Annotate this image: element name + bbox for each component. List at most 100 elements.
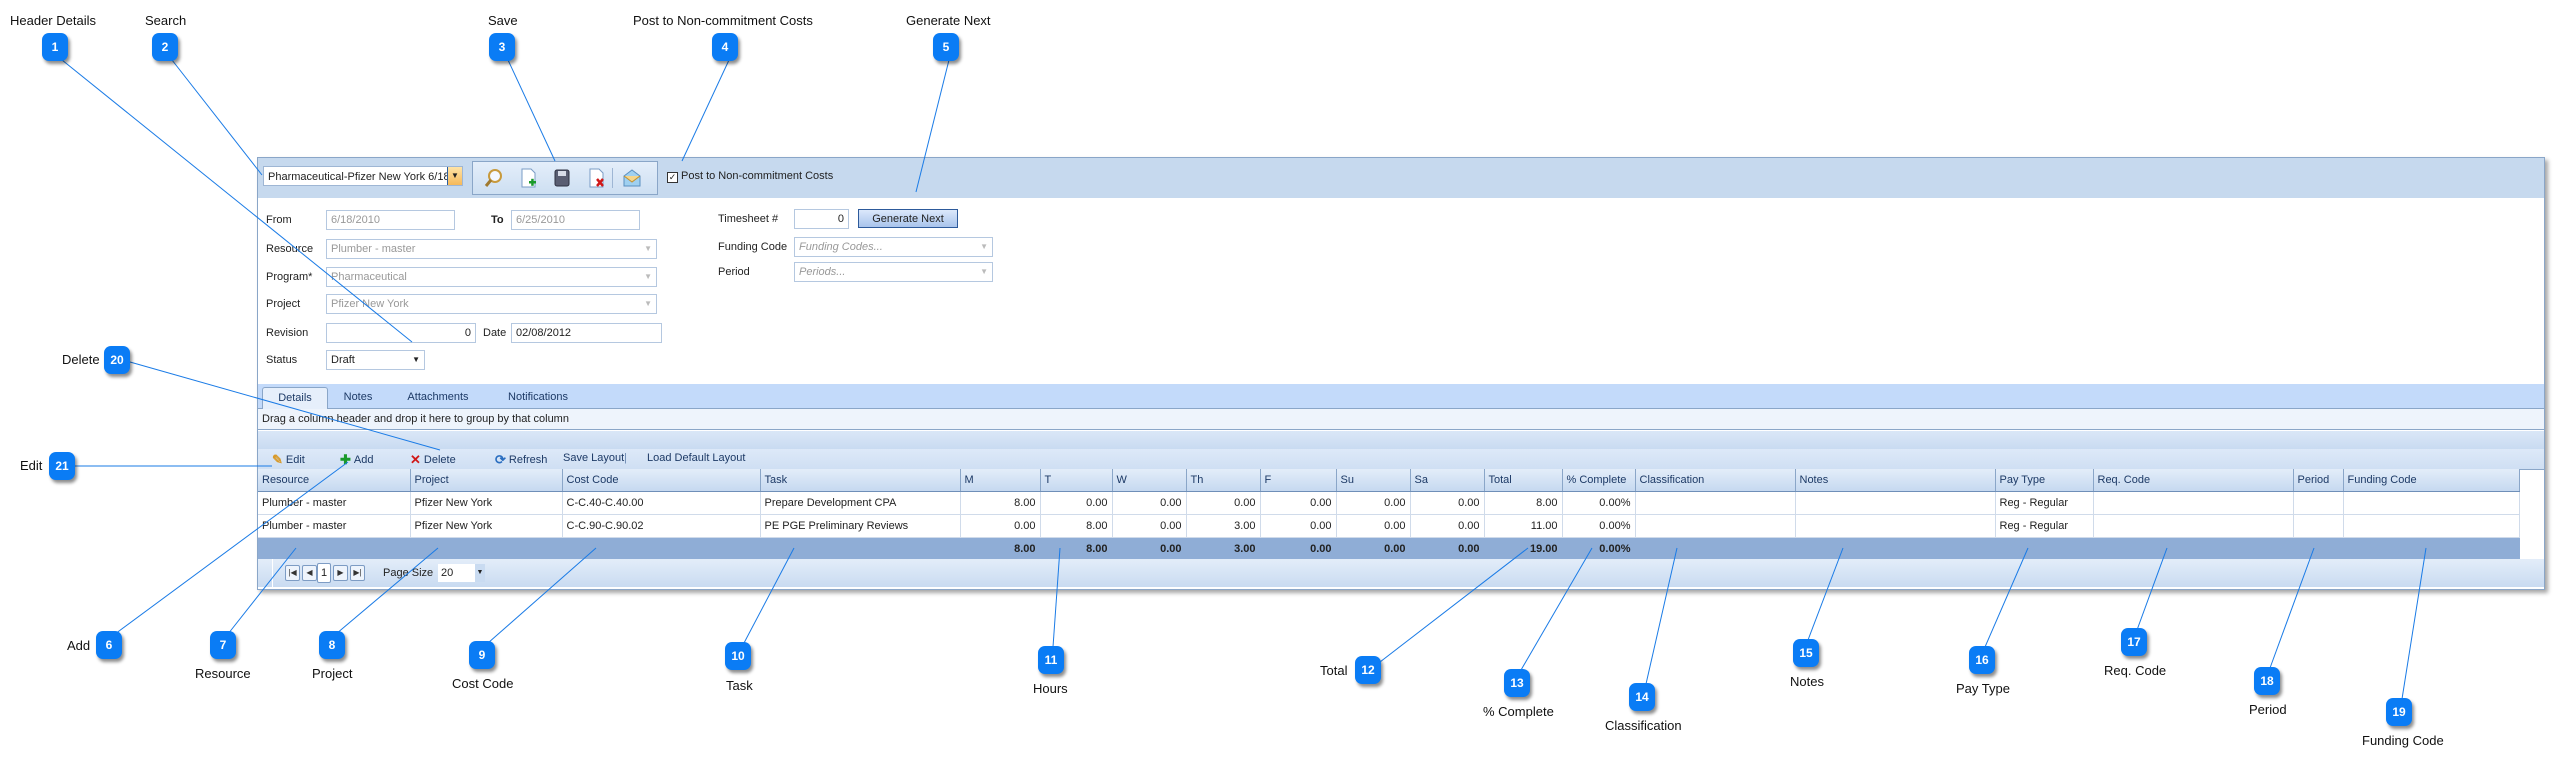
column-header-notes[interactable]: Notes	[1795, 469, 1996, 492]
cell-su[interactable]: 0.00	[1336, 491, 1411, 515]
delete-document-icon[interactable]	[585, 167, 607, 189]
cell-req-code[interactable]	[2093, 514, 2294, 538]
column-header-m[interactable]: M	[960, 469, 1041, 492]
column-header-complete[interactable]: % Complete	[1562, 469, 1636, 492]
column-header-task[interactable]: Task	[760, 469, 961, 492]
cell-project[interactable]: Pfizer New York	[410, 514, 563, 538]
current-page-button[interactable]: 1	[317, 563, 331, 583]
cell-sa[interactable]: 0.00	[1410, 491, 1485, 515]
column-header-t[interactable]: T	[1040, 469, 1113, 492]
cell-task[interactable]: Prepare Development CPA	[760, 491, 961, 515]
chevron-down-icon[interactable]: ▼	[644, 268, 652, 286]
previous-page-icon[interactable]: ◀	[302, 565, 317, 581]
chevron-down-icon[interactable]: ▼	[412, 351, 420, 369]
column-header-total[interactable]: Total	[1484, 469, 1563, 492]
email-icon[interactable]	[621, 167, 643, 189]
group-by-drop-area[interactable]: Drag a column header and drop it here to…	[258, 409, 2544, 430]
tab-attachments[interactable]: Attachments	[393, 387, 483, 408]
funding-code-combo[interactable]: Funding Codes... ▼	[794, 237, 993, 257]
cell-req-code[interactable]	[2093, 491, 2294, 515]
cell-cost-code[interactable]: C-C.90-C.90.02	[562, 514, 761, 538]
cell-complete[interactable]: 0.00%	[1562, 514, 1636, 538]
timesheet-number-input[interactable]: 0	[794, 209, 849, 229]
cell-total[interactable]: 11.00	[1484, 514, 1563, 538]
tab-details[interactable]: Details	[262, 387, 328, 409]
post-non-commitment-checkbox[interactable]: ✓	[667, 172, 678, 183]
tab-notifications[interactable]: Notifications	[490, 387, 586, 408]
save-layout-button[interactable]: Save Layout	[563, 452, 624, 464]
cell-m[interactable]: 8.00	[960, 491, 1041, 515]
chevron-down-icon[interactable]: ▼	[644, 295, 652, 313]
delete-button[interactable]: ✕ Delete	[410, 452, 456, 468]
cell-resource[interactable]: Plumber - master	[258, 491, 411, 515]
column-header-sa[interactable]: Sa	[1410, 469, 1485, 492]
cell-task[interactable]: PE PGE Preliminary Reviews	[760, 514, 961, 538]
table-row[interactable]: Plumber - master Pfizer New York C-C.40-C.…	[258, 491, 2520, 515]
add-button[interactable]: ✚ Add	[340, 452, 373, 468]
page-size-select[interactable]: 20 ▼	[438, 564, 485, 582]
cell-project[interactable]: Pfizer New York	[410, 491, 563, 515]
column-header-pay-type[interactable]: Pay Type	[1995, 469, 2094, 492]
cell-f[interactable]: 0.00	[1260, 491, 1337, 515]
cell-pay-type[interactable]: Reg - Regular	[1995, 491, 2094, 515]
save-icon[interactable]	[551, 167, 573, 189]
cell-w[interactable]: 0.00	[1112, 491, 1187, 515]
cell-period[interactable]	[2293, 491, 2344, 515]
status-select[interactable]: Draft ▼	[326, 350, 425, 370]
date-input[interactable]: 02/08/2012	[511, 323, 662, 343]
last-page-icon[interactable]: ▶|	[350, 565, 365, 581]
cell-total[interactable]: 8.00	[1484, 491, 1563, 515]
column-header-resource[interactable]: Resource	[258, 469, 411, 492]
cell-sa[interactable]: 0.00	[1410, 514, 1485, 538]
record-selector-combo[interactable]: Pharmaceutical-Pfizer New York 6/18 ▼	[263, 166, 463, 186]
cell-t[interactable]: 8.00	[1040, 514, 1113, 538]
cell-notes[interactable]	[1795, 491, 1996, 515]
revision-input[interactable]: 0	[326, 323, 476, 343]
column-header-period[interactable]: Period	[2293, 469, 2344, 492]
chevron-down-icon[interactable]: ▼	[447, 167, 462, 185]
cell-notes[interactable]	[1795, 514, 1996, 538]
cell-funding-code[interactable]	[2343, 514, 2520, 538]
cell-th[interactable]: 0.00	[1186, 491, 1261, 515]
tab-notes[interactable]: Notes	[330, 387, 386, 408]
column-header-th[interactable]: Th	[1186, 469, 1261, 492]
cell-resource[interactable]: Plumber - master	[258, 514, 411, 538]
cell-su[interactable]: 0.00	[1336, 514, 1411, 538]
column-header-cost-code[interactable]: Cost Code	[562, 469, 761, 492]
column-header-w[interactable]: W	[1112, 469, 1187, 492]
project-combo[interactable]: Pfizer New York ▼	[326, 294, 657, 314]
cell-m[interactable]: 0.00	[960, 514, 1041, 538]
edit-button[interactable]: ✎ Edit	[272, 452, 305, 468]
cell-w[interactable]: 0.00	[1112, 514, 1187, 538]
cell-t[interactable]: 0.00	[1040, 491, 1113, 515]
column-header-project[interactable]: Project	[410, 469, 563, 492]
table-row[interactable]: Plumber - master Pfizer New York C-C.90-C.…	[258, 514, 2520, 538]
first-page-icon[interactable]: |◀	[285, 565, 300, 581]
column-header-f[interactable]: F	[1260, 469, 1337, 492]
chevron-down-icon[interactable]: ▼	[980, 263, 988, 281]
cell-cost-code[interactable]: C-C.40-C.40.00	[562, 491, 761, 515]
refresh-button[interactable]: ⟳ Refresh	[495, 452, 547, 468]
cell-complete[interactable]: 0.00%	[1562, 491, 1636, 515]
from-date-input[interactable]: 6/18/2010	[326, 210, 455, 230]
program-combo[interactable]: Pharmaceutical ▼	[326, 267, 657, 287]
cell-f[interactable]: 0.00	[1260, 514, 1337, 538]
cell-period[interactable]	[2293, 514, 2344, 538]
chevron-down-icon[interactable]: ▼	[644, 240, 652, 258]
to-date-input[interactable]: 6/25/2010	[511, 210, 640, 230]
column-header-su[interactable]: Su	[1336, 469, 1411, 492]
chevron-down-icon[interactable]: ▼	[980, 238, 988, 256]
next-page-icon[interactable]: ▶	[333, 565, 348, 581]
column-header-classification[interactable]: Classification	[1635, 469, 1796, 492]
chevron-down-icon[interactable]: ▼	[475, 564, 485, 582]
search-icon[interactable]	[483, 167, 505, 189]
resource-combo[interactable]: Plumber - master ▼	[326, 239, 657, 259]
column-header-req-code[interactable]: Req. Code	[2093, 469, 2294, 492]
cell-funding-code[interactable]	[2343, 491, 2520, 515]
cell-th[interactable]: 3.00	[1186, 514, 1261, 538]
column-header-funding-code[interactable]: Funding Code	[2343, 469, 2520, 492]
cell-pay-type[interactable]: Reg - Regular	[1995, 514, 2094, 538]
cell-classification[interactable]	[1635, 491, 1796, 515]
new-document-icon[interactable]	[517, 167, 539, 189]
period-combo[interactable]: Periods... ▼	[794, 262, 993, 282]
